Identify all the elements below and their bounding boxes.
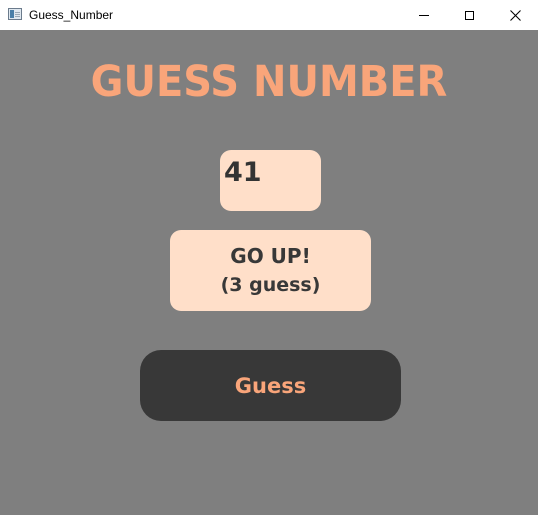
minimize-button[interactable] xyxy=(401,0,447,30)
maximize-button[interactable] xyxy=(446,0,492,30)
game-title: GUESS NUMBER xyxy=(90,57,448,107)
title-bar[interactable]: Guess_Number xyxy=(0,0,538,30)
number-input[interactable]: 41 xyxy=(220,150,321,211)
close-button[interactable] xyxy=(492,0,538,30)
minimize-icon xyxy=(419,14,429,16)
hint-direction: GO UP! xyxy=(230,243,311,268)
close-icon xyxy=(509,9,521,21)
window-title: Guess_Number xyxy=(29,8,114,22)
app-window-icon xyxy=(8,8,22,20)
guess-button[interactable]: Guess xyxy=(140,350,401,421)
app-window: Guess_Number GUESS NUMBER 41 GO UP! (3 g… xyxy=(0,0,538,515)
maximize-icon xyxy=(464,10,474,20)
hint-panel: GO UP! (3 guess) xyxy=(170,230,371,311)
hint-guesses-left: (3 guess) xyxy=(220,273,321,296)
